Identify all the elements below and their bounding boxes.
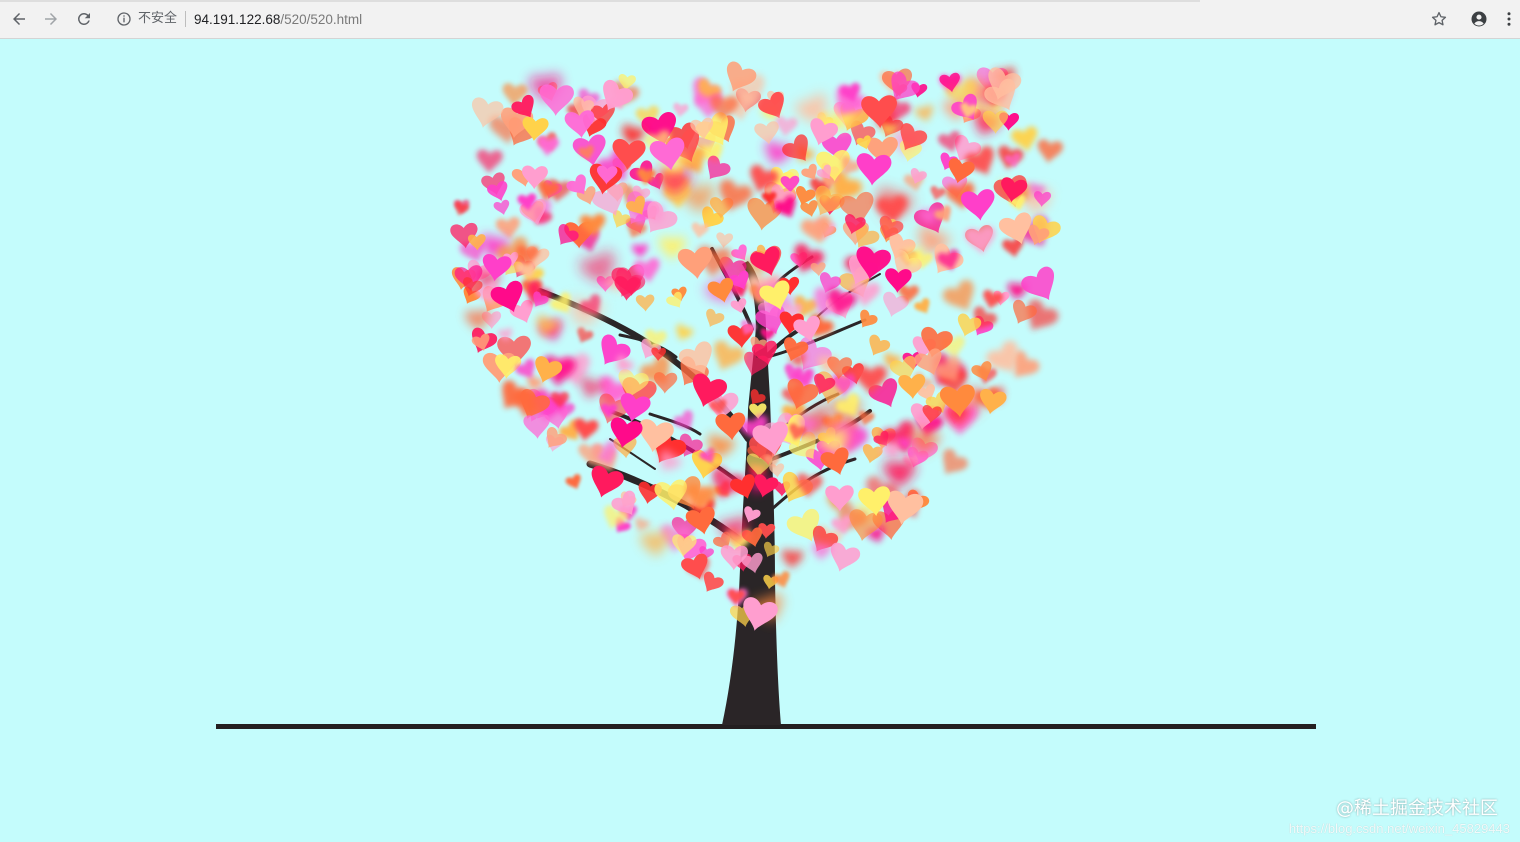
heart-leaf — [573, 326, 595, 347]
url-text[interactable]: 94.191.122.68/520/520.html — [194, 12, 362, 27]
heart-leaf — [690, 221, 710, 240]
heart-leaf — [492, 199, 512, 217]
page-viewport: @稀土掘金技术社区 https://blog.csdn.net/weixin_4… — [0, 39, 1520, 842]
heart-leaf — [475, 149, 504, 175]
address-bar[interactable]: 不安全 94.191.122.68/520/520.html — [108, 4, 1460, 34]
reload-icon — [77, 12, 90, 25]
heart-leaf — [933, 446, 971, 483]
bookmark-button[interactable] — [1426, 6, 1452, 32]
account-button[interactable] — [1466, 6, 1492, 32]
heart-leaf — [631, 243, 649, 259]
browser-toolbar: 不安全 94.191.122.68/520/520.html — [0, 0, 1520, 39]
url-path: /520/520.html — [280, 11, 363, 27]
heart-leaf — [960, 188, 998, 223]
menu-button[interactable] — [1498, 6, 1520, 32]
back-button[interactable] — [6, 6, 32, 32]
heart-leaf — [701, 307, 726, 332]
heart-leaf — [914, 103, 937, 125]
arrow-right-icon — [45, 13, 57, 25]
heart-leaf — [1018, 263, 1065, 309]
heart-tree-canvas — [216, 59, 1316, 729]
star-icon — [1431, 11, 1447, 26]
heart-leaf — [632, 516, 651, 534]
info-icon[interactable] — [116, 11, 132, 27]
heart-leaf — [859, 443, 884, 466]
kebab-menu-icon — [1507, 12, 1511, 26]
url-host: 94.191.122.68 — [194, 11, 281, 27]
heart-leaf — [1035, 138, 1064, 166]
account-icon — [1471, 11, 1487, 27]
heart-leaf — [854, 152, 893, 188]
heart-leaf — [927, 185, 947, 203]
reload-button[interactable] — [71, 6, 97, 32]
heart-leaf — [672, 323, 695, 345]
arrow-left-icon — [13, 13, 25, 25]
heart-leaf — [585, 464, 626, 503]
heart-leaf — [780, 549, 804, 570]
heart-leaf — [564, 473, 585, 493]
forward-button[interactable] — [38, 6, 64, 32]
watermark-text: @稀土掘金技术社区 — [1336, 798, 1498, 819]
heart-leaf — [640, 530, 671, 559]
heart-leaf — [912, 296, 935, 318]
security-label[interactable]: 不安全 — [138, 11, 187, 27]
heart-leaf — [715, 231, 734, 250]
watermark-url: https://blog.csdn.net/weixin_45829443 — [1288, 821, 1510, 836]
heart-leaf — [854, 308, 880, 333]
heart-leaf — [635, 294, 656, 313]
